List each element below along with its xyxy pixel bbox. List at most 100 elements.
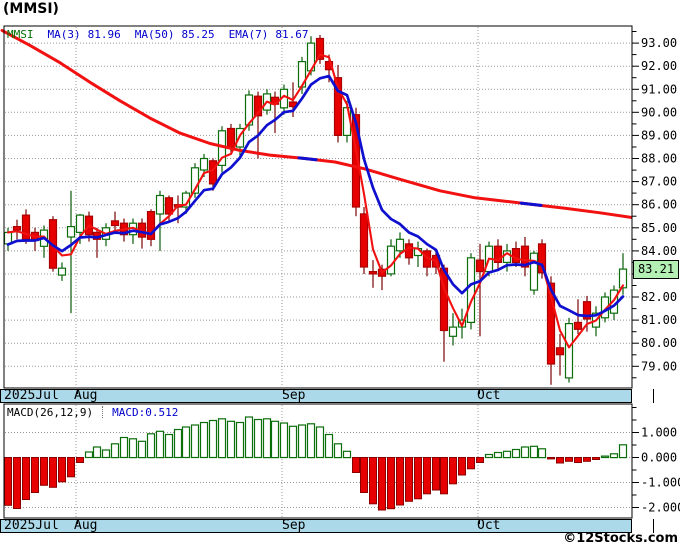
price-axis-label: 88.00 xyxy=(641,152,677,166)
macd-bar xyxy=(58,457,66,483)
macd-bar xyxy=(360,457,368,493)
legend-ma3-label: MA(3) xyxy=(47,28,81,41)
legend-ma50-value: 85.25 xyxy=(181,28,215,41)
price-axis-label: 81.00 xyxy=(641,313,677,327)
macd-bar xyxy=(574,457,582,463)
macd-bar xyxy=(432,457,440,491)
candle xyxy=(475,259,485,273)
macd-bar xyxy=(76,457,84,463)
macd-bar xyxy=(458,457,466,476)
macd-bar xyxy=(583,457,591,462)
macd-axis-label: 1.000 xyxy=(641,426,677,440)
candle xyxy=(555,347,565,356)
macd-bar xyxy=(537,448,547,459)
date-axis-top: 2025Jul Aug Sep Oct xyxy=(0,389,632,403)
macd-bar xyxy=(511,448,521,459)
macd-bar xyxy=(279,422,289,459)
last-price-badge: 83.21 xyxy=(633,260,679,279)
macd-bar xyxy=(352,457,360,473)
macd-bar xyxy=(556,457,564,464)
date-label: Sep xyxy=(282,388,306,403)
candle xyxy=(511,248,521,264)
candle xyxy=(368,271,378,275)
macd-bar xyxy=(467,457,475,470)
macd-bar xyxy=(110,443,120,459)
ma3-line xyxy=(6,53,625,349)
macd-bar xyxy=(378,457,386,511)
macd-bar xyxy=(414,457,422,500)
candle xyxy=(573,321,583,330)
price-axis-label: 79.00 xyxy=(641,359,677,373)
candle xyxy=(75,214,85,234)
date-label: Sep xyxy=(282,518,306,533)
macd-bar xyxy=(297,424,307,459)
legend-symbol: MMSI xyxy=(7,28,34,41)
macd-bar xyxy=(244,416,254,459)
macd-bar xyxy=(342,450,352,459)
macd-bar xyxy=(235,421,245,459)
candle xyxy=(199,157,209,171)
price-axis: 93.00 92.00 91.00 90.00 89.00 88.00 87.00 86.00… xyxy=(632,31,677,379)
price-axis-label: 80.00 xyxy=(641,336,677,350)
macd-bar xyxy=(440,457,448,495)
macd-bar xyxy=(529,445,539,459)
macd-bar xyxy=(493,451,503,459)
price-axis-label: 86.00 xyxy=(641,198,677,212)
macd-bar xyxy=(4,457,12,506)
price-axis-label: 85.00 xyxy=(641,221,677,235)
price-axis-label: 87.00 xyxy=(641,175,677,189)
price-legend: MMSI MA(3) 81.96 MA(50) 85.25 EMA(7) 81.67 xyxy=(7,28,323,41)
macd-legend: MACD(26,12,9) MACD:0.512 xyxy=(7,406,178,419)
macd-bar xyxy=(600,455,610,459)
macd-bar xyxy=(226,420,236,459)
candle xyxy=(448,326,458,337)
macd-bar xyxy=(547,457,555,460)
macd-bar xyxy=(324,433,334,459)
candle xyxy=(529,252,539,291)
candle xyxy=(395,238,405,252)
macd-bar xyxy=(306,423,316,459)
candle xyxy=(404,243,414,259)
macd-bar xyxy=(405,457,413,502)
candle xyxy=(226,127,236,148)
macd-axis-label: 0.000 xyxy=(641,451,677,465)
macd-bar xyxy=(253,418,263,459)
macd-axis-label: -2.000 xyxy=(641,501,680,515)
ma50-blue-dash xyxy=(297,156,318,162)
candle xyxy=(164,197,174,215)
macd-bar xyxy=(146,433,156,459)
macd-bar xyxy=(199,421,209,459)
candle xyxy=(12,226,22,231)
date-label: Aug xyxy=(74,518,98,533)
candle xyxy=(564,323,574,379)
macd-histogram xyxy=(4,416,628,511)
macd-bar xyxy=(565,457,573,462)
legend-ema7-label: EMA(7) xyxy=(228,28,269,41)
macd-bar xyxy=(40,457,48,486)
macd-bar xyxy=(119,436,129,459)
candle xyxy=(208,160,218,185)
legend-ma50-label: MA(50) xyxy=(134,28,175,41)
macd-bar xyxy=(423,457,431,495)
macd-bar xyxy=(173,428,183,459)
macd-bar xyxy=(164,433,174,459)
macd-bar xyxy=(22,457,30,500)
date-label: Oct xyxy=(477,388,501,403)
macd-bar xyxy=(208,419,218,459)
price-axis-label: 89.00 xyxy=(641,128,677,142)
date-axis-bottom: 2025Jul Aug Sep Oct xyxy=(0,519,632,533)
macd-bar xyxy=(31,457,39,493)
macd-bar xyxy=(288,425,298,459)
price-axis-label: 92.00 xyxy=(641,59,677,73)
watermark: ©12Stocks.com xyxy=(563,531,678,546)
macd-value: MACD:0.512 xyxy=(112,406,179,419)
price-axis-label: 90.00 xyxy=(641,105,677,119)
stock-chart-page: (MMSI) 93.00 92.00 91.00 90.00 89.00 88.00 87.… xyxy=(0,0,680,546)
macd-bar xyxy=(217,418,227,459)
macd-bar xyxy=(609,453,619,459)
candle xyxy=(466,257,476,323)
macd-bar xyxy=(476,457,484,463)
candle xyxy=(359,213,369,268)
price-macd-chart: 93.00 92.00 91.00 90.00 89.00 88.00 87.00 86.00… xyxy=(0,25,680,533)
macd-bar xyxy=(84,451,94,459)
